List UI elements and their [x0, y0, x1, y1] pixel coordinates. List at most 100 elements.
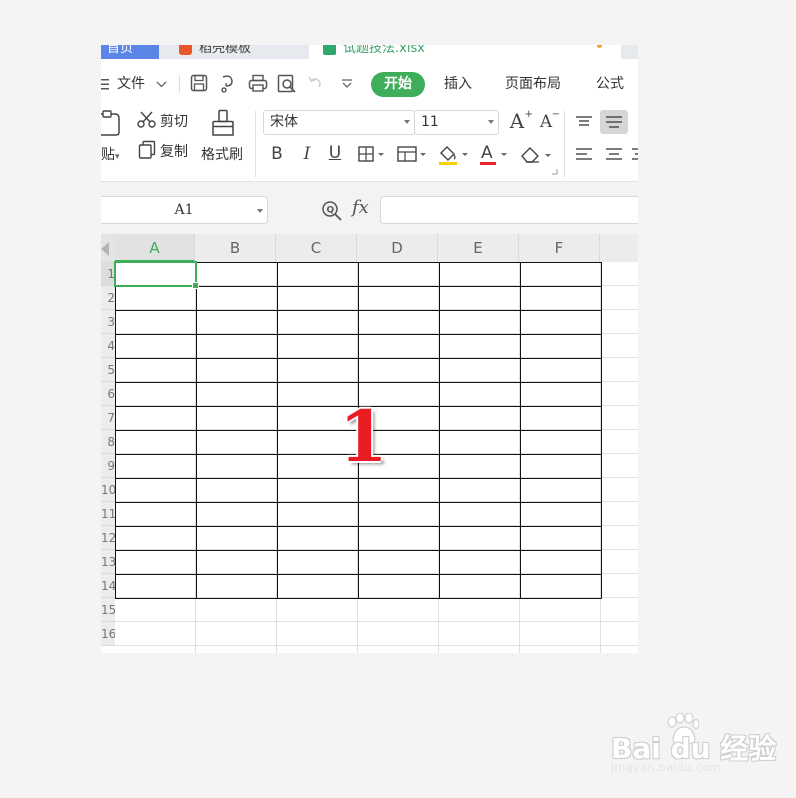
- row-header-13[interactable]: 13: [101, 550, 115, 574]
- align-top-icon[interactable]: [575, 116, 593, 130]
- row-header-10[interactable]: 10: [101, 478, 115, 502]
- column-header-e[interactable]: E: [438, 234, 519, 262]
- align-center-icon[interactable]: [605, 148, 623, 162]
- decrease-font-glyph: A: [539, 112, 553, 132]
- plus-icon: +: [524, 109, 533, 120]
- align-right-icon[interactable]: [632, 148, 638, 162]
- name-box-value: A1: [174, 202, 194, 218]
- ribbon-divider: [255, 111, 256, 177]
- font-color-icon[interactable]: A: [479, 143, 511, 166]
- active-cell-a1[interactable]: [114, 261, 199, 289]
- docer-logo-icon: [179, 45, 192, 55]
- column-header-b[interactable]: B: [195, 234, 276, 262]
- increase-font-size-button[interactable]: A +: [506, 109, 533, 133]
- row-header-3[interactable]: 3: [101, 310, 115, 334]
- chevron-down-icon: [488, 120, 494, 124]
- row-header-5[interactable]: 5: [101, 358, 115, 382]
- paste-icon[interactable]: [101, 110, 123, 136]
- format-painter-button[interactable]: 格式刷: [199, 107, 247, 173]
- decrease-font-size-button[interactable]: A −: [536, 109, 560, 132]
- tab-workbook[interactable]: 试题技法.xlsx: [309, 45, 621, 59]
- undo-icon[interactable]: [306, 75, 324, 92]
- align-middle-button[interactable]: [600, 110, 628, 134]
- column-header-f[interactable]: F: [519, 234, 600, 262]
- row-header-2[interactable]: 2: [101, 286, 115, 310]
- print-icon[interactable]: [248, 74, 268, 93]
- svg-text:A: A: [481, 143, 493, 163]
- tab-templates[interactable]: 稻壳模板: [165, 45, 305, 59]
- row-header-15[interactable]: 15: [101, 598, 115, 622]
- font-name-value: 宋体: [270, 114, 298, 130]
- more-chevron-icon[interactable]: [341, 78, 353, 90]
- export-icon[interactable]: [219, 74, 239, 93]
- copy-label: 复制: [160, 144, 188, 160]
- paste-label: 粘贴: [101, 147, 115, 163]
- tab-home[interactable]: 首页: [101, 45, 159, 59]
- row-header-14[interactable]: 14: [101, 574, 115, 598]
- fill-handle[interactable]: [192, 282, 199, 289]
- chevron-down-icon: [156, 81, 167, 88]
- document-tab-bar: 首页 稻壳模板 试题技法.xlsx: [101, 45, 638, 59]
- row-header-9[interactable]: 9: [101, 454, 115, 478]
- name-box[interactable]: A1: [101, 196, 268, 224]
- ribbon-toolbar: 粘贴▾ 剪切 复制 格式刷 宋体 11 A+ A−: [101, 103, 638, 182]
- file-menu-label: 文件: [117, 76, 145, 92]
- print-preview-icon[interactable]: [277, 74, 297, 93]
- select-all-corner[interactable]: [101, 234, 115, 262]
- file-menu[interactable]: 文件: [101, 65, 173, 103]
- row-header-16[interactable]: 16: [101, 622, 115, 646]
- ribbon-divider: [564, 111, 565, 177]
- ribbon-tab-page-layout[interactable]: 页面布局: [505, 65, 561, 103]
- row-header-1[interactable]: 1: [101, 262, 115, 286]
- svg-text:Q: Q: [327, 206, 335, 216]
- clear-format-icon[interactable]: [519, 144, 553, 164]
- format-painter-icon: [212, 109, 234, 136]
- bold-button[interactable]: B: [269, 144, 285, 164]
- row-header-7[interactable]: 7: [101, 406, 115, 430]
- tab-workbook-label: 试题技法.xlsx: [343, 45, 425, 56]
- sheet-grid[interactable]: ABCDEFG 12345678910111213141516 1: [101, 234, 638, 653]
- hamburger-icon: [101, 79, 109, 90]
- font-size-select[interactable]: 11: [414, 110, 499, 135]
- increase-font-glyph: A: [509, 109, 525, 133]
- align-left-icon[interactable]: [575, 148, 593, 162]
- row-header-12[interactable]: 12: [101, 526, 115, 550]
- row-header-6[interactable]: 6: [101, 382, 115, 406]
- dialog-launcher-icon[interactable]: [552, 169, 558, 175]
- chevron-down-icon: [257, 209, 263, 213]
- italic-button[interactable]: I: [299, 144, 315, 164]
- save-icon[interactable]: [190, 74, 208, 92]
- column-header-a[interactable]: A: [115, 234, 195, 262]
- step-number-annotation: 1: [339, 395, 388, 478]
- chevron-down-icon: [404, 120, 410, 124]
- copy-button[interactable]: 复制: [137, 138, 193, 162]
- align-middle-icon: [606, 116, 622, 128]
- paste-button[interactable]: 粘贴▾: [101, 144, 120, 164]
- menu-divider: [179, 75, 180, 93]
- column-header-d[interactable]: D: [357, 234, 438, 262]
- cut-label: 剪切: [160, 114, 188, 130]
- cell-style-icon[interactable]: [397, 146, 427, 162]
- select-all-triangle-icon: [101, 242, 109, 256]
- column-header-c[interactable]: C: [276, 234, 357, 262]
- row-header-8[interactable]: 8: [101, 430, 115, 454]
- fx-button[interactable]: fx: [352, 197, 369, 218]
- gridline: [115, 621, 638, 622]
- zoom-formula-icon[interactable]: Q: [321, 200, 343, 222]
- font-name-select[interactable]: 宋体: [263, 110, 415, 135]
- formula-input[interactable]: [380, 196, 638, 224]
- cut-button[interactable]: 剪切: [137, 108, 193, 132]
- column-header-g[interactable]: G: [600, 234, 638, 262]
- row-header-11[interactable]: 11: [101, 502, 115, 526]
- ribbon-tab-insert[interactable]: 插入: [444, 65, 472, 103]
- minus-icon: −: [551, 109, 560, 120]
- row-header-4[interactable]: 4: [101, 334, 115, 358]
- ribbon-tab-start[interactable]: 开始: [371, 72, 425, 97]
- format-painter-label: 格式刷: [201, 147, 243, 163]
- scissors-icon: [137, 111, 156, 128]
- ribbon-tab-formula[interactable]: 公式: [596, 65, 624, 103]
- borders-icon[interactable]: [358, 146, 386, 162]
- underline-button[interactable]: U: [327, 143, 343, 163]
- fill-color-icon[interactable]: [437, 144, 469, 166]
- spreadsheet-window: 首页 稻壳模板 试题技法.xlsx 文件 开始 插入 页面布局 公式 贴▾ 剪切…: [101, 45, 638, 653]
